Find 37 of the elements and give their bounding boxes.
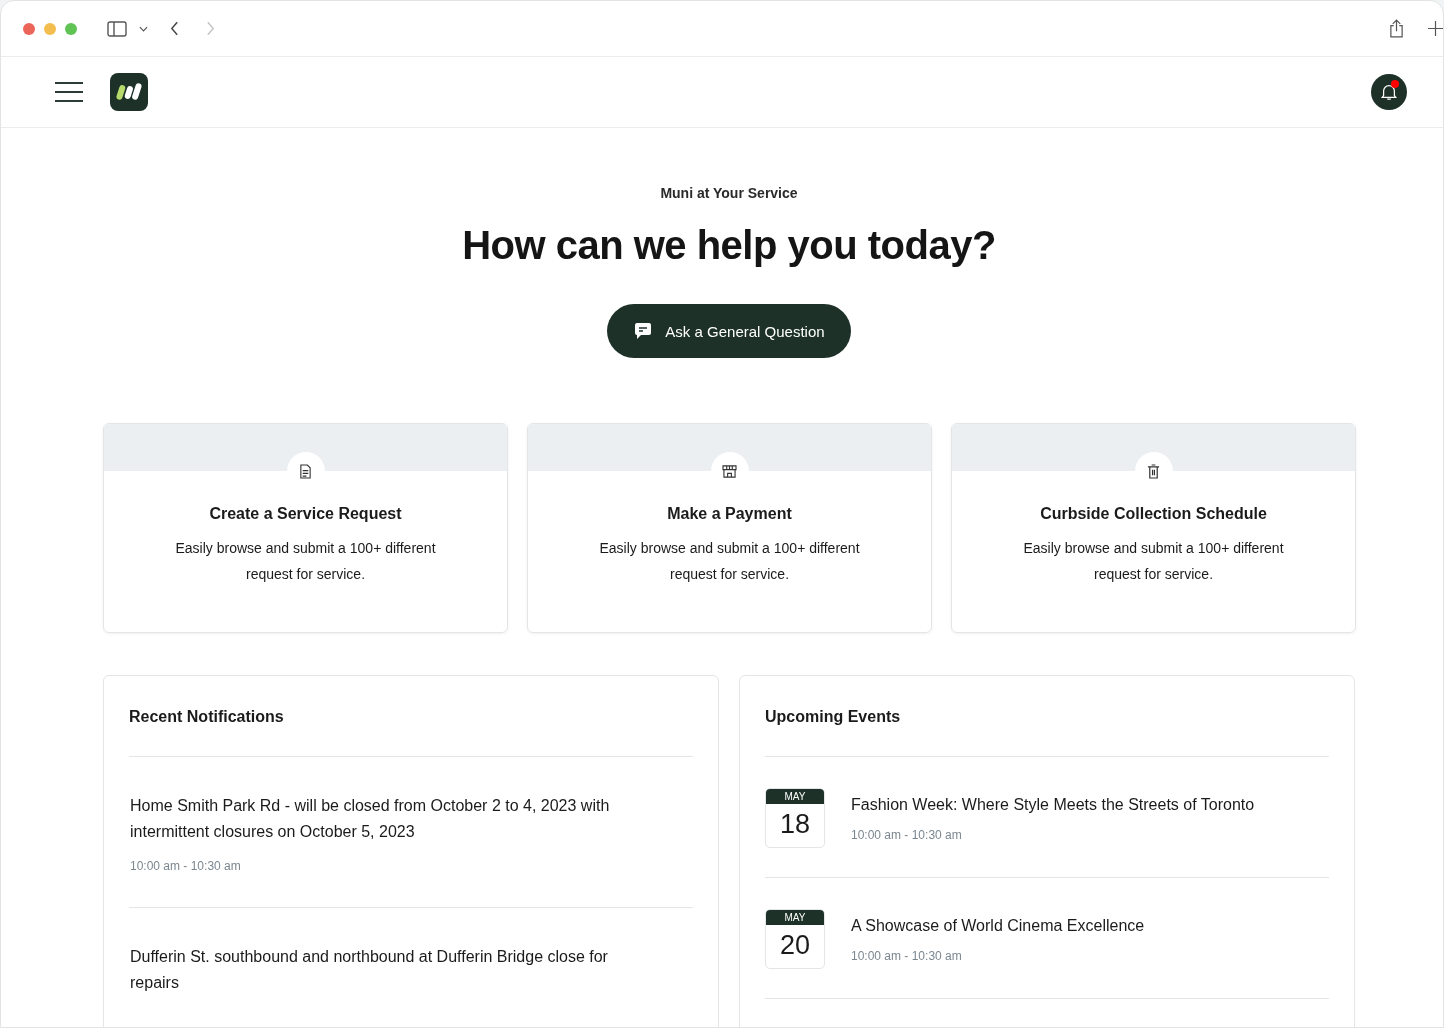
hero-title: How can we help you today? — [462, 223, 996, 268]
chevron-down-icon[interactable] — [139, 25, 148, 32]
event-title[interactable]: A Showcase of World Cinema Excellence — [851, 917, 1145, 935]
trash-icon — [1147, 463, 1160, 479]
calendar-date: MAY 18 — [765, 788, 825, 848]
event-time: 10:00 am - 10:30 am — [851, 949, 963, 963]
notifications-button[interactable] — [1371, 74, 1407, 110]
notification-text[interactable]: Dufferin St. southbound and northbound at Dufferin Bridge close for repairs — [130, 944, 640, 996]
menu-icon[interactable] — [55, 81, 83, 103]
calendar-date: MAY 20 — [765, 909, 825, 969]
sidebar-icon[interactable] — [107, 20, 127, 37]
service-card[interactable]: Make a Payment Easily browse and submit a 100+ different request for service. — [527, 423, 932, 633]
panel-title: Upcoming Events — [765, 676, 1329, 757]
panel-title: Recent Notifications — [129, 676, 693, 757]
card-title: Make a Payment — [667, 505, 792, 523]
close-window-button[interactable] — [23, 22, 35, 35]
document-icon — [299, 463, 312, 479]
service-card[interactable]: Create a Service Request Easily browse and submit a 100+ different request for service. — [103, 423, 508, 633]
store-icon — [722, 464, 737, 478]
card-description: Easily browse and submit a 100+ different request for service. — [174, 539, 437, 584]
card-title: Create a Service Request — [209, 505, 402, 523]
back-icon[interactable] — [170, 21, 179, 36]
bell-icon — [1380, 83, 1398, 101]
service-card[interactable]: Curbside Collection Schedule Easily browse and submit a 100+ different request for service. — [951, 423, 1356, 633]
new-tab-icon[interactable] — [1428, 21, 1443, 36]
chat-bubble-icon — [633, 321, 654, 341]
event-title[interactable]: Fashion Week: Where Style Meets the Streets of Toronto — [851, 796, 1255, 814]
ask-question-button[interactable]: Ask a General Question — [607, 304, 851, 358]
card-description: Easily browse and submit a 100+ different request for service. — [1022, 539, 1285, 584]
card-title: Curbside Collection Schedule — [1040, 505, 1267, 523]
notification-time: 10:00 am - 10:30 am — [130, 859, 242, 873]
logo-icon[interactable] — [110, 73, 148, 111]
share-icon[interactable] — [1389, 19, 1404, 38]
event-time: 10:00 am - 10:30 am — [851, 828, 963, 842]
hero-eyebrow: Muni at Your Service — [660, 185, 798, 201]
notification-text[interactable]: Home Smith Park Rd - will be closed from October 2 to 4, 2023 with intermittent closures on October 5, 2023 — [130, 793, 640, 845]
card-description: Easily browse and submit a 100+ different request for service. — [598, 539, 861, 584]
